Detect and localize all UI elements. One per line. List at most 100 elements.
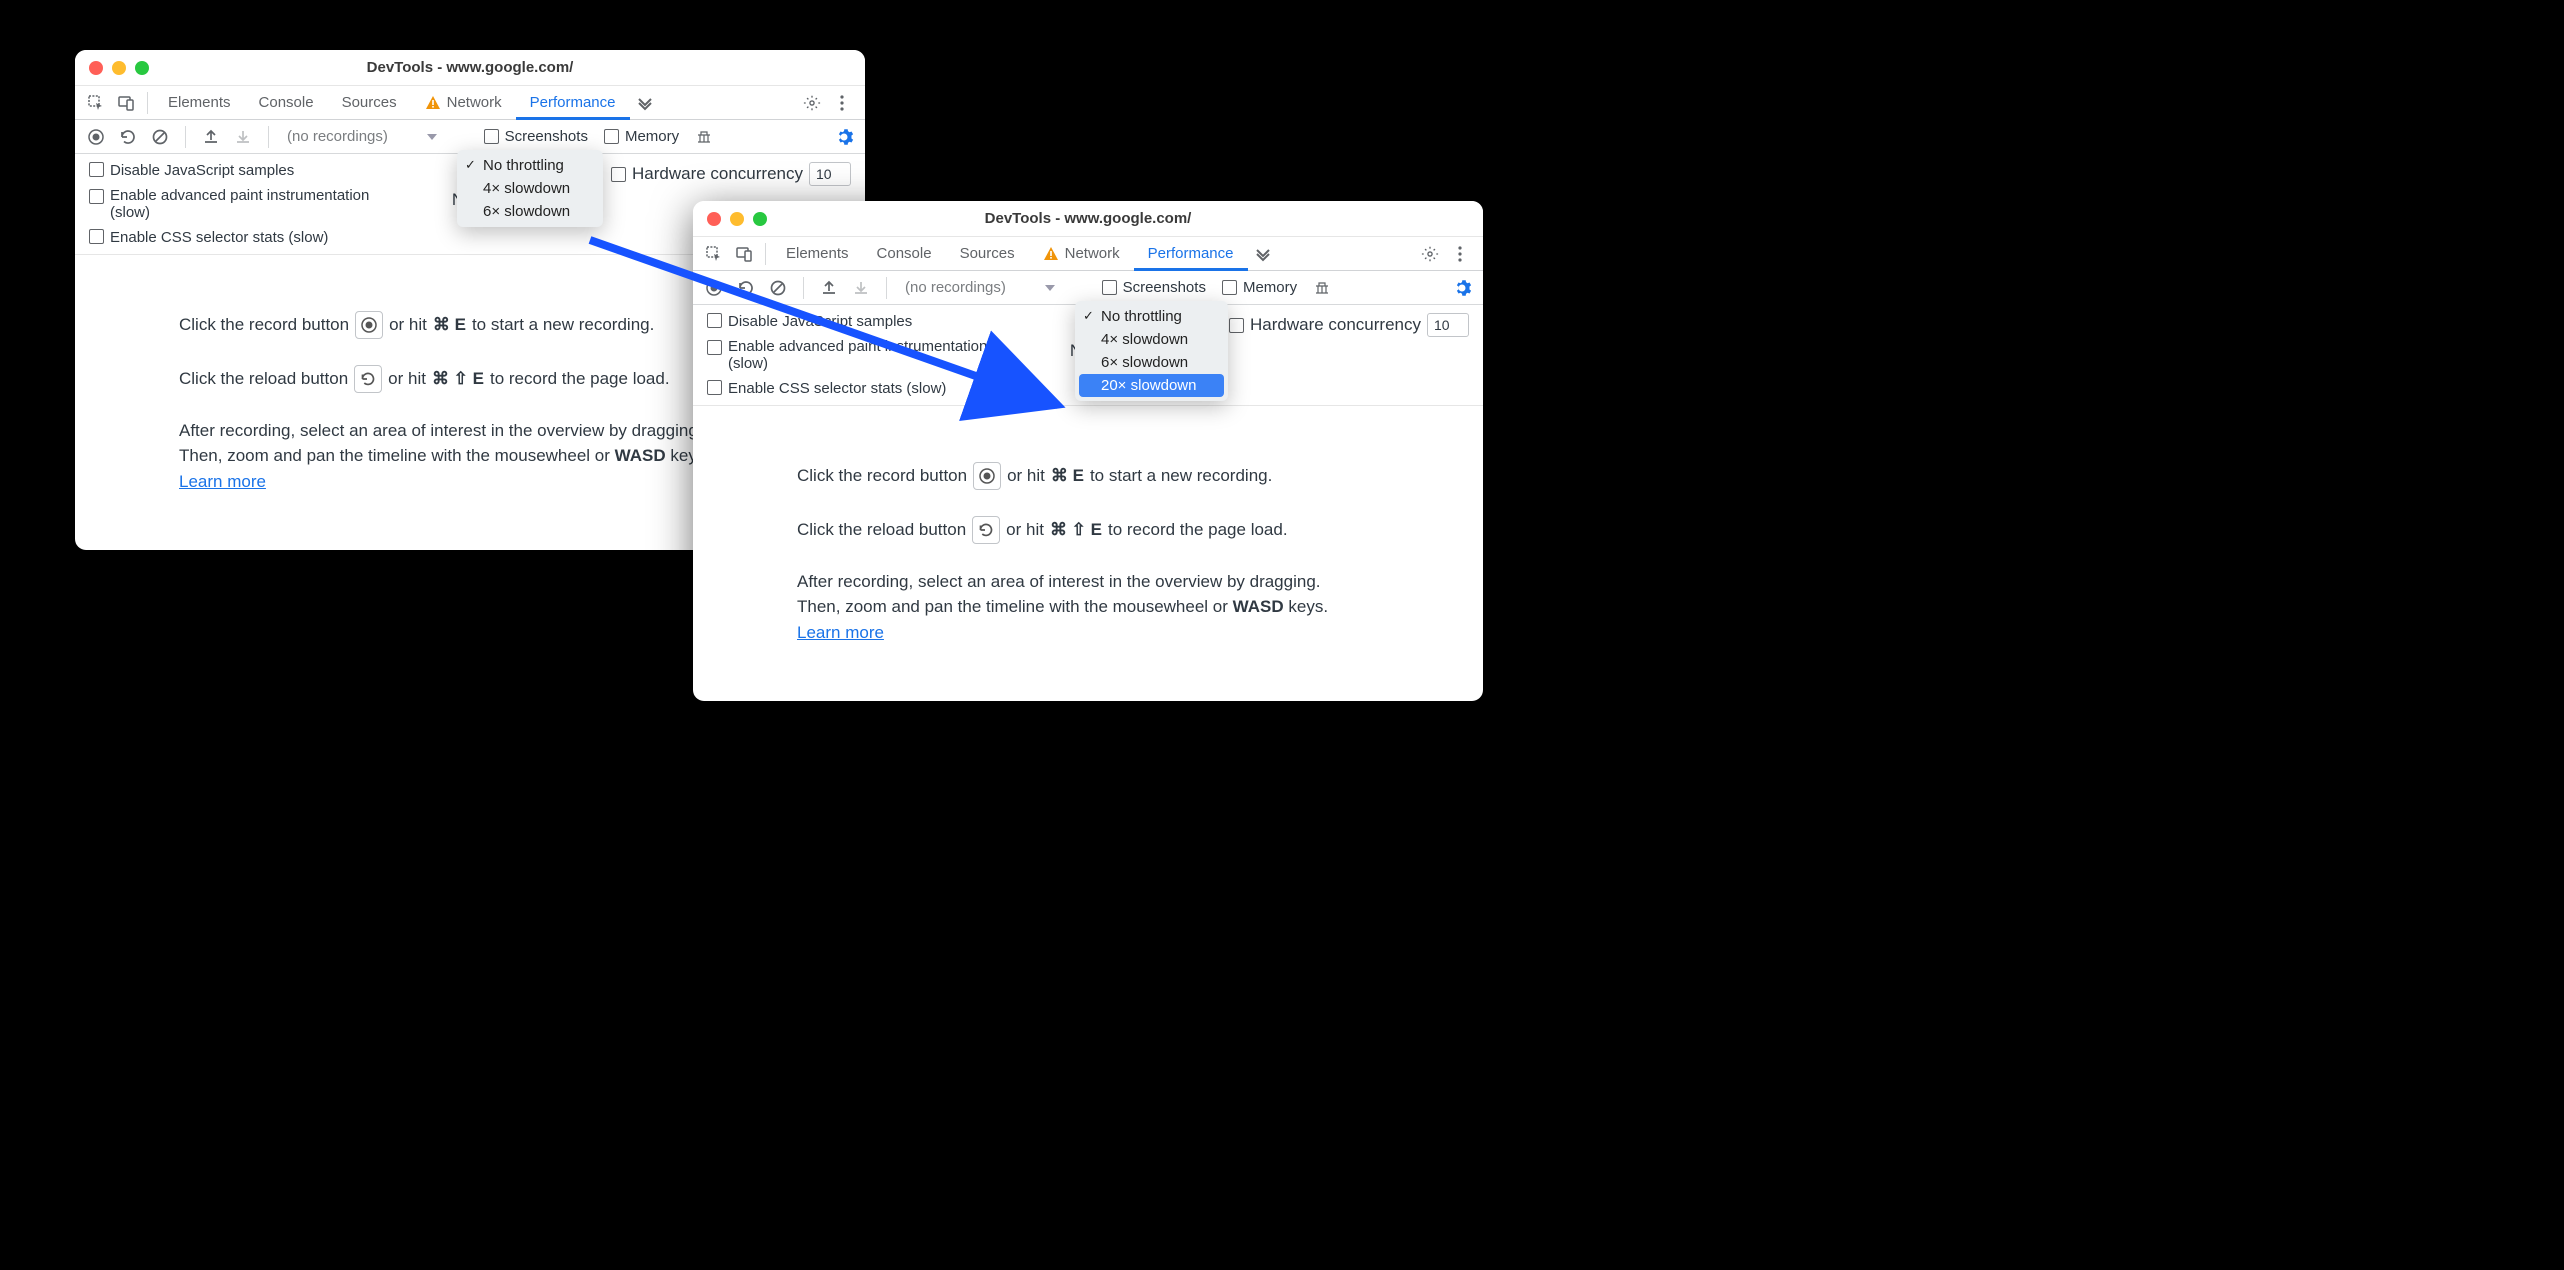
checkbox[interactable]	[1229, 318, 1244, 333]
record-button[interactable]	[701, 275, 727, 301]
after-recording-text: After recording, select an area of inter…	[797, 570, 1447, 646]
collect-garbage-icon[interactable]	[1309, 275, 1335, 301]
tab-sources[interactable]: Sources	[328, 86, 411, 120]
text: to record the page load.	[1108, 520, 1288, 540]
device-toggle-icon[interactable]	[729, 239, 759, 269]
capture-settings-icon[interactable]	[1449, 275, 1475, 301]
tab-console[interactable]: Console	[245, 86, 328, 120]
kebab-menu-icon[interactable]	[1445, 239, 1475, 269]
css-selector-stats-checkbox[interactable]: Enable CSS selector stats (slow)	[89, 229, 379, 246]
upload-icon[interactable]	[198, 124, 224, 150]
advanced-paint-checkbox[interactable]: Enable advanced paint instrumentation (s…	[89, 187, 379, 221]
checkbox[interactable]	[1102, 280, 1117, 295]
close-button[interactable]	[707, 212, 721, 226]
checkbox-label: Memory	[625, 128, 679, 145]
cpu-throttling-dropdown[interactable]: No throttling 4× slowdown 6× slowdown 20…	[1075, 301, 1228, 401]
keyboard-shortcut: ⌘ E	[433, 315, 466, 335]
tab-network[interactable]: Network	[411, 86, 516, 120]
dropdown-item-6x[interactable]: 6× slowdown	[1075, 351, 1228, 374]
tab-performance[interactable]: Performance	[516, 86, 630, 120]
dropdown-item-4x[interactable]: 4× slowdown	[1075, 328, 1228, 351]
tab-label: Console	[877, 245, 932, 262]
minimize-button[interactable]	[730, 212, 744, 226]
tab-elements[interactable]: Elements	[154, 86, 245, 120]
keyboard-shortcut: ⌘ ⇧ E	[432, 369, 484, 389]
checkbox[interactable]	[484, 129, 499, 144]
text: to start a new recording.	[1090, 466, 1272, 486]
tab-elements[interactable]: Elements	[772, 237, 863, 271]
window-title: DevTools - www.google.com/	[89, 59, 851, 76]
clear-button[interactable]	[147, 124, 173, 150]
learn-more-link[interactable]: Learn more	[797, 621, 884, 646]
download-icon[interactable]	[230, 124, 256, 150]
tab-sources[interactable]: Sources	[946, 237, 1029, 271]
text: After recording, select an area of inter…	[179, 421, 703, 440]
dropdown-item-no-throttling[interactable]: No throttling	[457, 154, 603, 177]
text: After recording, select an area of inter…	[797, 572, 1321, 591]
text: to record the page load.	[490, 369, 670, 389]
dropdown-item-4x[interactable]: 4× slowdown	[457, 177, 603, 200]
checkbox-label: Screenshots	[1123, 279, 1206, 296]
checkbox[interactable]	[89, 189, 104, 204]
settings-icon[interactable]	[797, 88, 827, 118]
inspect-icon[interactable]	[81, 88, 111, 118]
screenshots-checkbox[interactable]: Screenshots	[1102, 279, 1206, 296]
dropdown-item-6x[interactable]: 6× slowdown	[457, 200, 603, 223]
traffic-lights	[707, 212, 767, 226]
more-tabs-icon[interactable]	[630, 88, 660, 118]
checkbox[interactable]	[611, 167, 626, 182]
tab-performance[interactable]: Performance	[1134, 237, 1248, 271]
warning-icon	[1043, 246, 1059, 262]
record-icon	[973, 462, 1001, 490]
recordings-select[interactable]: (no recordings)	[899, 275, 1059, 301]
minimize-button[interactable]	[112, 61, 126, 75]
memory-checkbox[interactable]: Memory	[604, 128, 679, 145]
checkbox[interactable]	[89, 229, 104, 244]
caret-down-icon	[427, 134, 437, 140]
checkbox[interactable]	[707, 380, 722, 395]
inspect-icon[interactable]	[699, 239, 729, 269]
maximize-button[interactable]	[753, 212, 767, 226]
advanced-paint-checkbox[interactable]: Enable advanced paint instrumentation (s…	[707, 338, 997, 372]
checkbox[interactable]	[89, 162, 104, 177]
tab-network[interactable]: Network	[1029, 237, 1134, 271]
css-selector-stats-checkbox[interactable]: Enable CSS selector stats (slow)	[707, 380, 997, 397]
learn-more-link[interactable]: Learn more	[179, 470, 266, 495]
tab-label: Performance	[1148, 245, 1234, 262]
memory-checkbox[interactable]: Memory	[1222, 279, 1297, 296]
settings-icon[interactable]	[1415, 239, 1445, 269]
reload-button[interactable]	[733, 275, 759, 301]
text: keys.	[1284, 597, 1328, 616]
hardware-concurrency-input[interactable]	[1427, 313, 1469, 337]
record-button[interactable]	[83, 124, 109, 150]
recordings-select[interactable]: (no recordings)	[281, 124, 441, 150]
kebab-menu-icon[interactable]	[827, 88, 857, 118]
screenshots-checkbox[interactable]: Screenshots	[484, 128, 588, 145]
reload-icon	[972, 516, 1000, 544]
tab-label: Elements	[168, 94, 231, 111]
disable-js-checkbox[interactable]: Disable JavaScript samples	[707, 313, 997, 330]
download-icon[interactable]	[848, 275, 874, 301]
collect-garbage-icon[interactable]	[691, 124, 717, 150]
upload-icon[interactable]	[816, 275, 842, 301]
reload-button[interactable]	[115, 124, 141, 150]
dropdown-item-no-throttling[interactable]: No throttling	[1075, 305, 1228, 328]
disable-js-checkbox[interactable]: Disable JavaScript samples	[89, 162, 379, 179]
hardware-concurrency-input[interactable]	[809, 162, 851, 186]
clear-button[interactable]	[765, 275, 791, 301]
cpu-throttling-dropdown[interactable]: No throttling 4× slowdown 6× slowdown	[457, 150, 603, 227]
capture-settings-icon[interactable]	[831, 124, 857, 150]
traffic-lights	[89, 61, 149, 75]
close-button[interactable]	[89, 61, 103, 75]
checkbox[interactable]	[1222, 280, 1237, 295]
hardware-concurrency-group: Hardware concurrency	[1229, 313, 1469, 337]
device-toggle-icon[interactable]	[111, 88, 141, 118]
more-tabs-icon[interactable]	[1248, 239, 1278, 269]
checkbox[interactable]	[707, 313, 722, 328]
recordings-select-label: (no recordings)	[905, 279, 1006, 296]
dropdown-item-20x[interactable]: 20× slowdown	[1079, 374, 1224, 397]
maximize-button[interactable]	[135, 61, 149, 75]
checkbox[interactable]	[604, 129, 619, 144]
checkbox[interactable]	[707, 340, 722, 355]
tab-console[interactable]: Console	[863, 237, 946, 271]
